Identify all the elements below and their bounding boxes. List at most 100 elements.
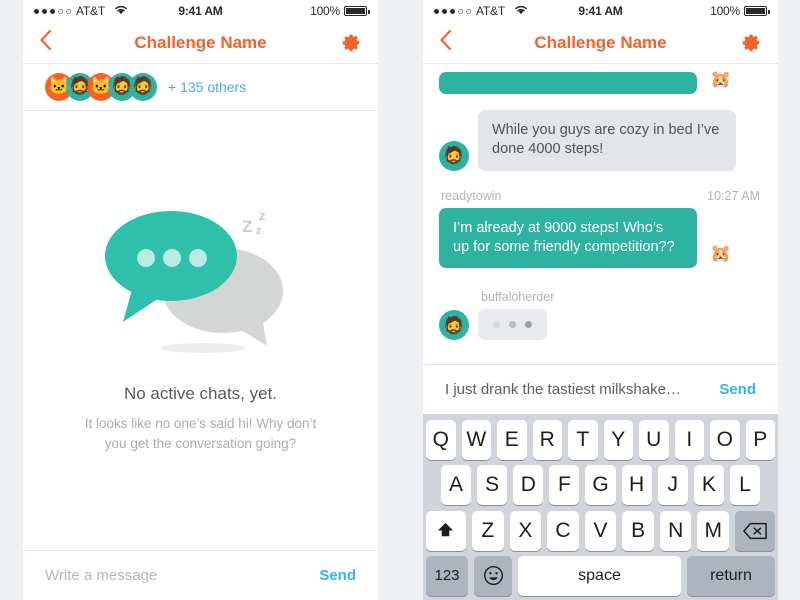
- message-composer-left: Write a message Send: [23, 550, 378, 600]
- key-z[interactable]: Z: [471, 510, 504, 551]
- message-bubble: While you guys are cozy in bed I’ve done…: [478, 110, 736, 171]
- on-screen-keyboard[interactable]: Q W E R T Y U I O P A S D F G H J K L Z …: [423, 414, 778, 600]
- wifi-icon: [514, 4, 528, 18]
- key-j[interactable]: J: [657, 465, 688, 506]
- signal-strength-icon: [434, 8, 471, 14]
- key-v[interactable]: V: [584, 510, 617, 551]
- avatar-glyph: 🐹: [710, 243, 732, 263]
- typing-indicator: [478, 309, 547, 341]
- keyboard-row-3: Z X C V B N M: [425, 510, 776, 551]
- status-bar-right: AT&T 9:41 AM 100%: [423, 0, 778, 22]
- avatar-glyph: 🧔: [111, 77, 133, 96]
- svg-text:z: z: [256, 225, 262, 237]
- key-r[interactable]: R: [532, 420, 562, 460]
- battery-full-icon: [744, 6, 770, 16]
- avatar-glyph: 🧔: [443, 315, 465, 335]
- key-d[interactable]: D: [513, 465, 544, 506]
- key-k[interactable]: K: [693, 465, 724, 506]
- typing-indicator-row: 🧔: [439, 309, 762, 341]
- status-bar-battery-group: 100%: [710, 4, 770, 18]
- participant-avatars[interactable]: 🐱 🧔 🐱 🧔 🧔: [45, 73, 157, 101]
- key-x[interactable]: X: [509, 510, 542, 551]
- avatar[interactable]: 🧔: [439, 140, 469, 171]
- wifi-icon: [114, 4, 128, 18]
- key-l[interactable]: L: [729, 465, 760, 506]
- space-key[interactable]: space: [518, 555, 681, 596]
- key-p[interactable]: P: [745, 420, 775, 460]
- avatar-glyph: 🐱: [90, 77, 112, 96]
- gear-icon[interactable]: [341, 32, 362, 53]
- key-m[interactable]: M: [697, 510, 730, 551]
- carrier-label: AT&T: [76, 4, 105, 18]
- key-w[interactable]: W: [461, 420, 491, 460]
- battery-percent-label: 100%: [710, 4, 740, 18]
- message-input[interactable]: I just drank the tastiest milkshake…: [445, 381, 719, 398]
- avatar[interactable]: 🐹: [706, 238, 736, 268]
- backspace-icon[interactable]: [735, 510, 776, 551]
- status-bar-left: AT&T 9:41 AM 100%: [23, 0, 378, 22]
- avatar-glyph: 🧔: [132, 77, 154, 96]
- send-button[interactable]: Send: [319, 567, 356, 584]
- signal-strength-icon: [34, 8, 71, 14]
- gear-icon[interactable]: [741, 32, 762, 53]
- empty-state: Z z z No active chats, yet. It looks lik…: [23, 111, 378, 550]
- status-bar-battery-group: 100%: [310, 4, 370, 18]
- others-count-link[interactable]: + 135 others: [168, 79, 246, 95]
- avatar-glyph: 🐹: [710, 69, 732, 89]
- chevron-left-icon[interactable]: [439, 29, 452, 56]
- keyboard-row-1: Q W E R T Y U I O P: [426, 420, 775, 460]
- send-button[interactable]: Send: [719, 381, 756, 398]
- status-bar-carrier-group: AT&T: [434, 4, 528, 18]
- return-key[interactable]: return: [687, 555, 775, 596]
- phone-screen-empty-chat: AT&T 9:41 AM 100% Challenge Name 🐱 🧔 🐱 🧔…: [23, 0, 378, 600]
- key-o[interactable]: O: [710, 420, 740, 460]
- page-title: Challenge Name: [534, 32, 667, 52]
- empty-state-subtitle: It looks like no one’s said hi! Why don’…: [84, 415, 317, 451]
- message-sender: readytowin: [441, 188, 502, 203]
- key-g[interactable]: G: [585, 465, 616, 506]
- key-a[interactable]: A: [441, 465, 472, 506]
- keyboard-row-4: 123 space return: [426, 555, 775, 596]
- key-t[interactable]: T: [568, 420, 598, 460]
- message-bubble: I’m already at 9000 steps! Who’s up for …: [439, 207, 697, 269]
- carrier-label: AT&T: [476, 4, 505, 18]
- chevron-left-icon[interactable]: [39, 29, 52, 56]
- key-q[interactable]: Q: [426, 420, 456, 460]
- smiley-icon[interactable]: [474, 555, 512, 596]
- avatar-glyph: 🧔: [443, 146, 465, 166]
- message-sender: buffaloherder: [481, 290, 555, 305]
- message-composer-right: I just drank the tastiest milkshake… Sen…: [423, 364, 778, 414]
- avatar-glyph: 🧔: [69, 77, 91, 96]
- avatar-glyph: 🐱: [48, 77, 70, 96]
- two-speech-bubbles-sleeping-icon: Z z z: [93, 198, 308, 358]
- typing-sender: buffaloherder: [439, 290, 762, 309]
- message-meta: readytowin 10:27 AM: [439, 189, 762, 208]
- key-y[interactable]: Y: [603, 420, 633, 460]
- key-i[interactable]: I: [674, 420, 704, 460]
- keyboard-row-2: A S D F G H J K L: [426, 465, 775, 506]
- key-b[interactable]: B: [622, 510, 654, 551]
- message-input[interactable]: Write a message: [45, 567, 319, 584]
- key-h[interactable]: H: [621, 465, 652, 506]
- key-f[interactable]: F: [549, 465, 580, 506]
- phone-screen-active-chat: AT&T 9:41 AM 100% Challenge Name 🐹 🧔 Whi…: [423, 0, 778, 600]
- message-row: 🧔 While you guys are cozy in bed I’ve do…: [439, 110, 762, 171]
- page-title: Challenge Name: [134, 32, 267, 52]
- participants-strip: 🐱 🧔 🐱 🧔 🧔 + 135 others: [23, 64, 378, 111]
- nav-bar-right: Challenge Name: [423, 22, 778, 64]
- svg-text:Z: Z: [242, 217, 252, 236]
- shift-arrow-icon[interactable]: [425, 510, 466, 551]
- key-c[interactable]: C: [547, 510, 579, 551]
- typing-dot: [525, 321, 532, 329]
- svg-text:z: z: [259, 208, 266, 223]
- message-row: I’m already at 9000 steps! Who’s up for …: [439, 207, 762, 269]
- avatar[interactable]: 🧔: [439, 310, 469, 341]
- avatar[interactable]: 🧔: [129, 73, 157, 101]
- chat-thread[interactable]: 🐹 🧔 While you guys are cozy in bed I’ve …: [423, 64, 778, 366]
- typing-dot: [493, 321, 500, 329]
- key-n[interactable]: N: [659, 510, 692, 551]
- numbers-key[interactable]: 123: [426, 555, 468, 596]
- key-e[interactable]: E: [497, 420, 527, 460]
- key-s[interactable]: S: [477, 465, 508, 506]
- key-u[interactable]: U: [639, 420, 669, 460]
